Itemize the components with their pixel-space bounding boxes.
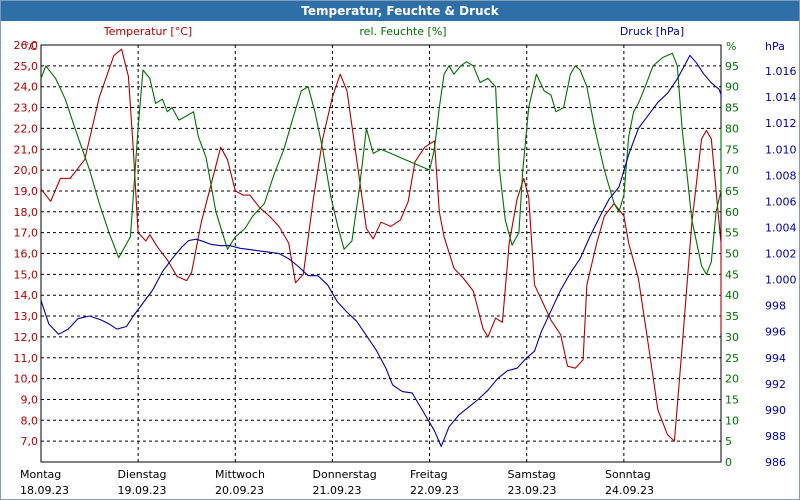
tick-label-humidity: 30	[725, 331, 739, 344]
series-label-temperature: Temperatur [°C]	[103, 25, 192, 38]
tick-label-temperature: 8,0	[21, 414, 39, 427]
tick-label-temperature: 14,0	[14, 289, 39, 302]
tick-label-humidity: 50	[725, 248, 739, 261]
series-label-pressure: Druck [hPa]	[620, 25, 684, 38]
tick-label-humidity: 35	[725, 310, 739, 323]
tick-label-pressure: 994	[765, 352, 786, 365]
tick-label-humidity: 75	[725, 143, 739, 156]
series-label-humidity: rel. Feuchte [%]	[359, 25, 446, 38]
x-label-day: Samstag	[508, 468, 556, 481]
series-line-pressure	[40, 54, 722, 447]
x-label-date: 18.09.23	[20, 484, 69, 497]
tick-label-temperature: 24,0	[14, 81, 39, 94]
tick-label-temperature: 13,0	[14, 310, 39, 323]
tick-label-humidity: 65	[725, 185, 739, 198]
tick-label-temperature: 19,0	[14, 185, 39, 198]
tick-label-humidity: 95	[725, 60, 739, 73]
tick-label-humidity: 85	[725, 102, 739, 115]
tick-label-humidity: 25	[725, 352, 739, 365]
tick-label-temperature: 10,0	[14, 373, 39, 386]
tick-label-temperature: 18,0	[14, 206, 39, 219]
x-label-day: Montag	[20, 468, 61, 481]
chart-canvas: Temperatur [°C] rel. Feuchte [%] Druck […	[14, 25, 797, 497]
tick-label-pressure: 990	[765, 404, 786, 417]
x-label-day: Sonntag	[605, 468, 651, 481]
tick-label-humidity: 20	[725, 373, 739, 386]
tick-label-temperature: 20,0	[14, 164, 39, 177]
tick-label-temperature: 12,0	[14, 331, 39, 344]
x-label-day: Dienstag	[118, 468, 167, 481]
tick-label-humidity: 55	[725, 227, 739, 240]
x-label-date: 20.09.23	[215, 484, 264, 497]
x-label-date: 22.09.23	[410, 484, 459, 497]
tick-label-pressure: 1.000	[765, 274, 797, 287]
tick-label-pressure: 1.012	[765, 117, 797, 130]
tick-label-pressure: 1.008	[765, 169, 797, 182]
tick-label-humidity: 60	[725, 206, 739, 219]
tick-label-humidity: 10	[725, 414, 739, 427]
tick-label-pressure: 1.002	[765, 248, 797, 261]
tick-label-humidity: 15	[725, 393, 739, 406]
tick-label-temperature: 25,0	[14, 60, 39, 73]
tick-label-humidity: 5	[725, 435, 732, 448]
tick-label-temperature: 16,0	[14, 248, 39, 261]
tick-label-temperature: 15,0	[14, 268, 39, 281]
tick-label-humidity: 80	[725, 122, 739, 135]
x-label-day: Donnerstag	[313, 468, 377, 481]
x-label-date: 21.09.23	[313, 484, 362, 497]
y-unit-pressure: hPa	[765, 40, 785, 53]
tick-label-humidity: 90	[725, 81, 739, 94]
x-label-date: 19.09.23	[118, 484, 167, 497]
x-label-day: Mittwoch	[215, 468, 265, 481]
tick-label-pressure: 986	[765, 456, 786, 469]
tick-label-humidity: 0	[725, 456, 732, 469]
y-unit-humidity: %	[726, 40, 736, 53]
tick-label-temperature: 7,0	[21, 435, 39, 448]
x-label-day: Freitag	[410, 468, 448, 481]
tick-label-pressure: 988	[765, 430, 786, 443]
tick-label-temperature: 11,0	[14, 352, 39, 365]
tick-label-temperature: 21,0	[14, 143, 39, 156]
tick-label-humidity: 70	[725, 164, 739, 177]
tick-label-pressure: 998	[765, 300, 786, 313]
tick-label-temperature: 22,0	[14, 122, 39, 135]
tick-label-pressure: 992	[765, 378, 786, 391]
x-label-date: 24.09.23	[605, 484, 654, 497]
tick-label-pressure: 1.014	[765, 91, 797, 104]
tick-label-humidity: 40	[725, 289, 739, 302]
tick-label-pressure: 1.004	[765, 221, 797, 234]
tick-label-temperature: 17,0	[14, 227, 39, 240]
tick-label-pressure: 996	[765, 326, 786, 339]
tick-label-pressure: 1.006	[765, 195, 797, 208]
tick-label-pressure: 1.010	[765, 143, 797, 156]
tick-label-pressure: 1.016	[765, 65, 797, 78]
tick-label-temperature: 26,0	[14, 39, 39, 52]
x-label-date: 23.09.23	[508, 484, 557, 497]
tick-label-temperature: 23,0	[14, 102, 39, 115]
tick-label-temperature: 9,0	[21, 393, 39, 406]
tick-label-humidity: 45	[725, 268, 739, 281]
